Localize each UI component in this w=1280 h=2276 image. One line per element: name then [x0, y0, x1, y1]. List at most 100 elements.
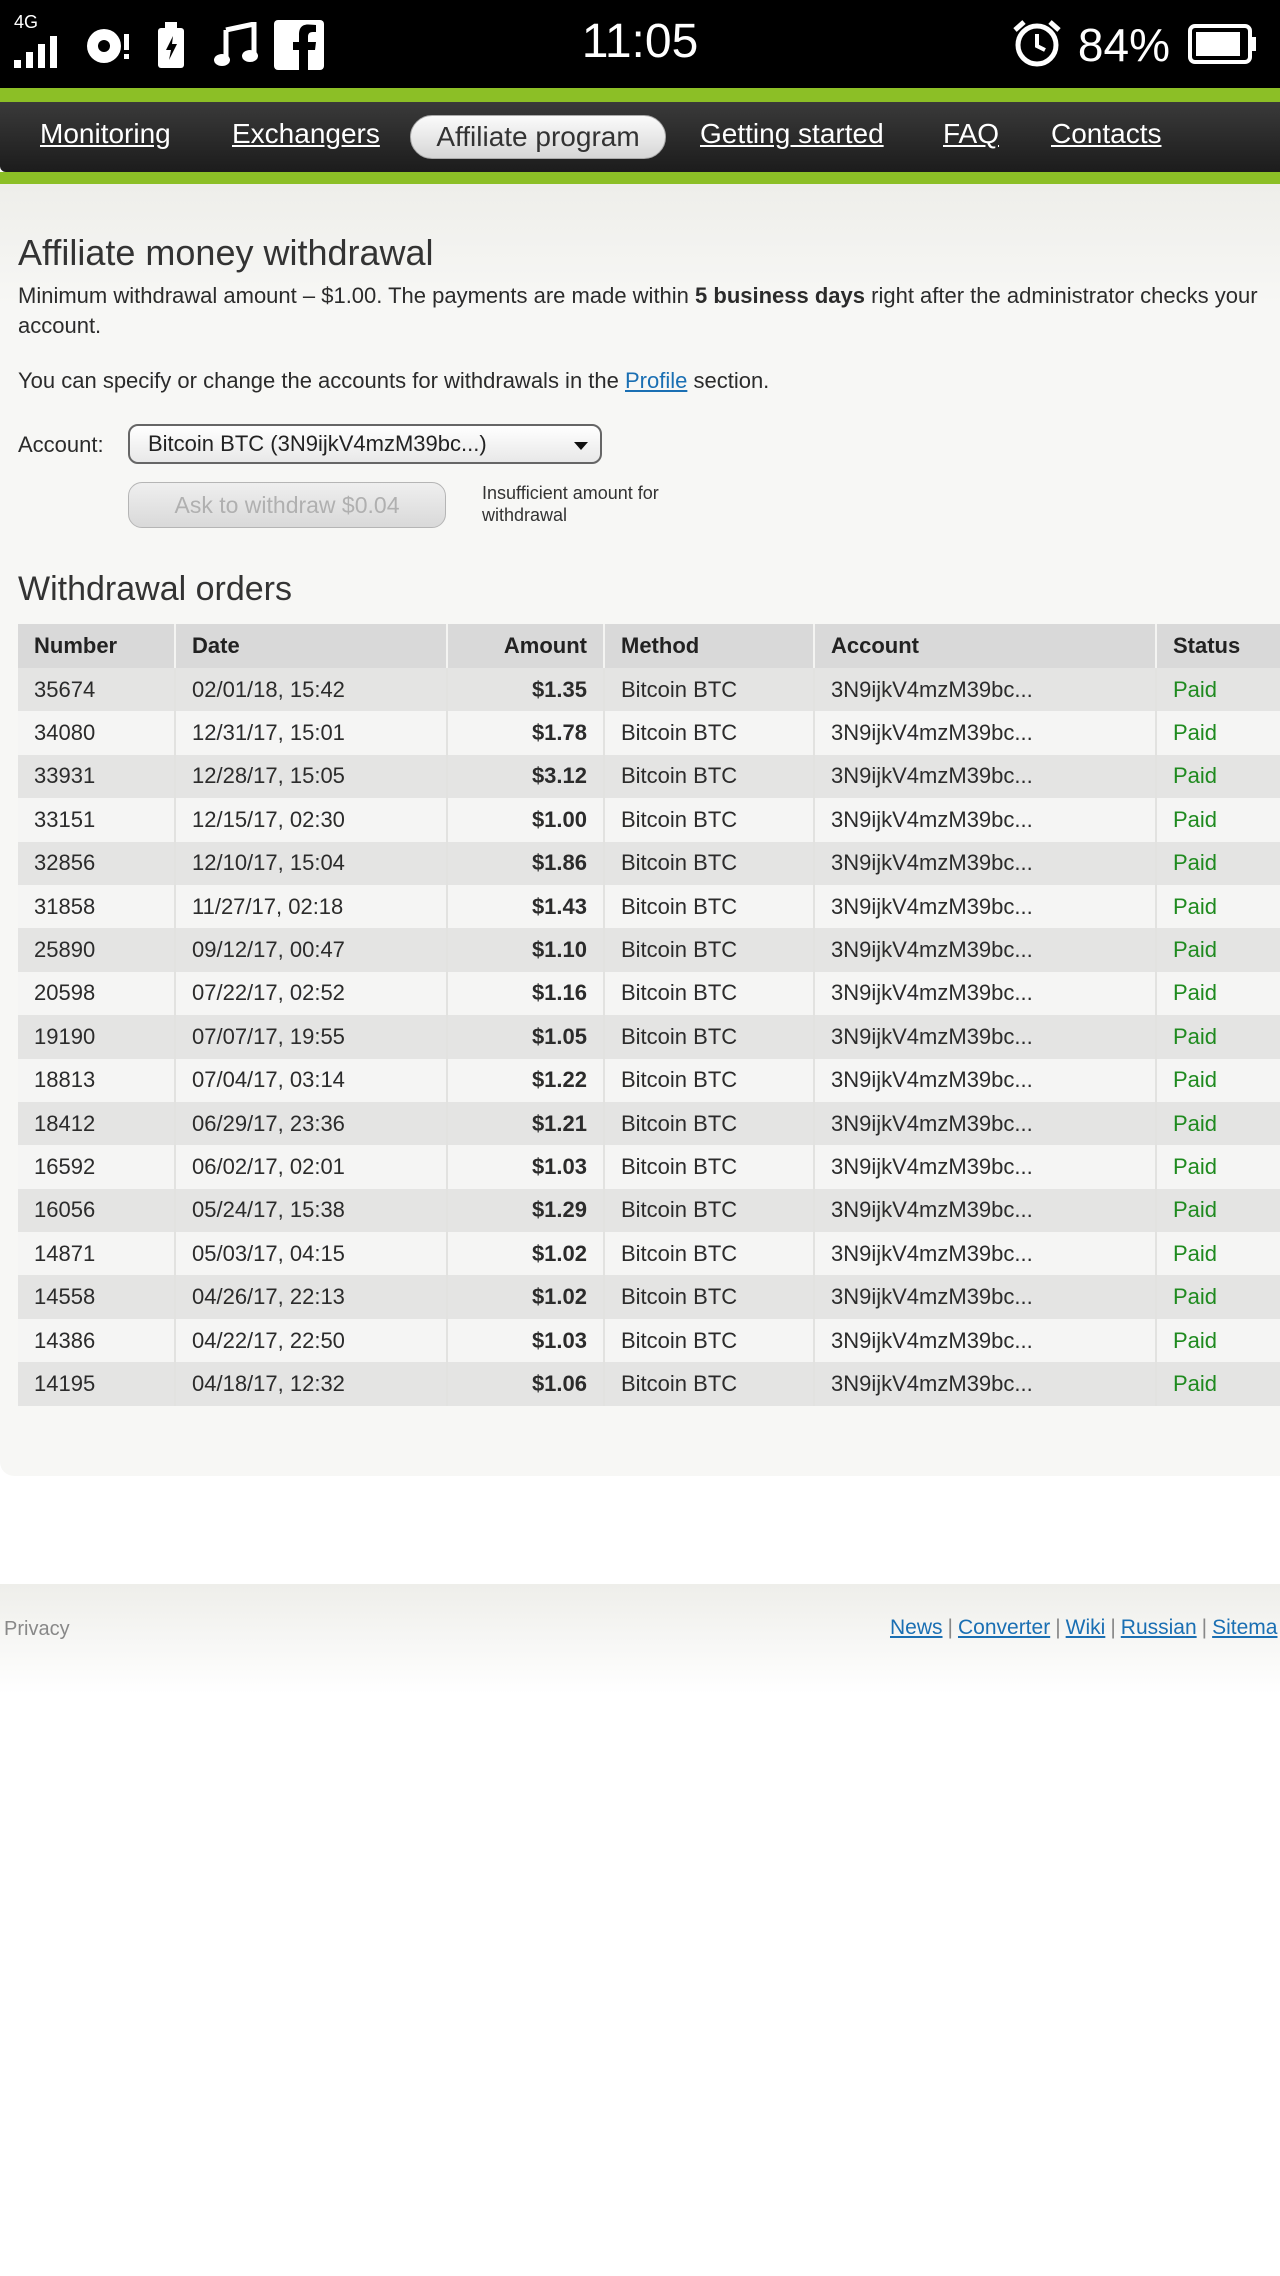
col-number: Number [18, 624, 176, 668]
order-method: Bitcoin BTC [604, 1275, 815, 1319]
profile-link[interactable]: Profile [625, 368, 687, 393]
order-date: 12/10/17, 15:04 [175, 841, 448, 885]
order-account: 3N9ijkV4mzM39bc... [814, 711, 1157, 755]
nav-getting-started[interactable]: Getting started [700, 118, 884, 150]
order-method: Bitcoin BTC [604, 1101, 815, 1146]
footer-separator: | [1201, 1616, 1208, 1639]
order-method: Bitcoin BTC [604, 1362, 815, 1406]
order-status: Paid [1156, 928, 1280, 972]
order-date: 05/24/17, 15:38 [175, 1188, 448, 1233]
nav-contacts[interactable]: Contacts [1051, 118, 1162, 150]
order-account: 3N9ijkV4mzM39bc... [814, 668, 1157, 712]
order-method: Bitcoin BTC [604, 971, 815, 1016]
order-status: Paid [1156, 1058, 1280, 1102]
footer-link-converter[interactable]: Converter [958, 1616, 1050, 1639]
order-method: Bitcoin BTC [604, 798, 815, 842]
battery-percent: 84% [1077, 19, 1170, 71]
table-row: 33931 12/28/17, 15:05 $3.12 Bitcoin BTC 3N9i… [18, 754, 1280, 799]
nav-exchangers[interactable]: Exchangers [232, 118, 380, 150]
order-account: 3N9ijkV4mzM39bc... [814, 1058, 1157, 1102]
order-amount: $1.16 [447, 971, 605, 1016]
footer-link-russian[interactable]: Russian [1121, 1616, 1197, 1639]
order-account: 3N9ijkV4mzM39bc... [814, 1275, 1157, 1319]
order-account: 3N9ijkV4mzM39bc... [814, 798, 1157, 842]
nav-affiliate-program[interactable]: Affiliate program [410, 115, 666, 159]
order-amount: $1.03 [447, 1145, 605, 1189]
min-text-before: Minimum withdrawal amount – $1.00. The p… [18, 283, 696, 308]
chevron-down-icon [574, 442, 588, 450]
order-method: Bitcoin BTC [604, 668, 815, 712]
account-select[interactable]: Bitcoin BTC (3N9ijkV4mzM39bc...) [128, 424, 602, 464]
table-row: 18813 07/04/17, 03:14 $1.22 Bitcoin BTC 3N9i… [18, 1058, 1280, 1102]
order-date: 04/22/17, 22:50 [175, 1318, 448, 1363]
table-row: 16592 06/02/17, 02:01 $1.03 Bitcoin BTC 3N9i… [18, 1145, 1280, 1189]
order-status: Paid [1156, 668, 1280, 712]
order-amount: $1.03 [447, 1318, 605, 1363]
nav-accent-stripe-top [0, 88, 1280, 102]
order-account: 3N9ijkV4mzM39bc... [814, 1145, 1157, 1189]
order-number: 31858 [18, 884, 176, 929]
table-row: 14195 04/18/17, 12:32 $1.06 Bitcoin BTC 3N9i… [18, 1362, 1280, 1406]
order-status: Paid [1156, 1101, 1280, 1146]
col-amount: Amount [447, 624, 605, 668]
footer-link-wiki[interactable]: Wiki [1066, 1616, 1106, 1639]
order-date: 02/01/18, 15:42 [175, 668, 448, 712]
order-number: 20598 [18, 971, 176, 1016]
withdrawal-orders-table: Number Date Amount Method Account Status… [18, 624, 1280, 1406]
order-status: Paid [1156, 1145, 1280, 1189]
footer-link-news[interactable]: News [890, 1616, 943, 1639]
order-account: 3N9ijkV4mzM39bc... [814, 1188, 1157, 1233]
nav-faq[interactable]: FAQ [943, 118, 999, 150]
order-status: Paid [1156, 884, 1280, 929]
order-account: 3N9ijkV4mzM39bc... [814, 841, 1157, 885]
order-method: Bitcoin BTC [604, 1145, 815, 1189]
order-amount: $1.22 [447, 1058, 605, 1102]
orders-title: Withdrawal orders [18, 570, 292, 608]
table-row: 31858 11/27/17, 02:18 $1.43 Bitcoin BTC 3N9i… [18, 884, 1280, 929]
table-row: 34080 12/31/17, 15:01 $1.78 Bitcoin BTC 3N9i… [18, 711, 1280, 755]
order-date: 07/04/17, 03:14 [175, 1058, 448, 1102]
insufficient-note: Insufficient amount for withdrawal [482, 483, 659, 525]
col-account: Account [814, 624, 1157, 668]
order-method: Bitcoin BTC [604, 1318, 815, 1363]
order-amount: $1.43 [447, 884, 605, 929]
order-amount: $1.02 [447, 1275, 605, 1319]
table-row: 25890 09/12/17, 00:47 $1.10 Bitcoin BTC 3N9i… [18, 928, 1280, 972]
footer-separator: | [947, 1616, 953, 1639]
order-amount: $1.29 [447, 1188, 605, 1233]
col-method: Method [604, 624, 815, 668]
col-date: Date [175, 624, 448, 668]
order-number: 18412 [18, 1101, 176, 1146]
order-status: Paid [1156, 711, 1280, 755]
order-amount: $1.78 [447, 711, 605, 755]
withdraw-button[interactable]: Ask to withdraw $0.04 [128, 482, 446, 528]
order-date: 12/15/17, 02:30 [175, 798, 448, 842]
battery-icon [1188, 24, 1256, 64]
order-number: 32856 [18, 841, 176, 885]
order-status: Paid [1156, 841, 1280, 885]
col-status: Status [1156, 624, 1280, 668]
order-date: 04/18/17, 12:32 [175, 1362, 448, 1406]
table-row: 14386 04/22/17, 22:50 $1.03 Bitcoin BTC 3N9i… [18, 1318, 1280, 1363]
order-number: 19190 [18, 1015, 176, 1059]
order-date: 04/26/17, 22:13 [175, 1275, 448, 1319]
order-date: 11/27/17, 02:18 [175, 884, 448, 929]
nav-monitoring[interactable]: Monitoring [40, 118, 171, 150]
order-number: 33151 [18, 798, 176, 842]
footer-link-sitemap[interactable]: Sitema [1212, 1616, 1277, 1639]
profile-text-after: section. [687, 368, 770, 393]
order-number: 35674 [18, 668, 176, 712]
order-number: 33931 [18, 754, 176, 799]
profile-hint: You can specify or change the accounts f… [18, 368, 769, 394]
order-method: Bitcoin BTC [604, 841, 815, 885]
table-row: 18412 06/29/17, 23:36 $1.21 Bitcoin BTC 3N9i… [18, 1101, 1280, 1146]
order-method: Bitcoin BTC [604, 928, 815, 972]
order-date: 12/28/17, 15:05 [175, 754, 448, 799]
order-number: 34080 [18, 711, 176, 755]
alarm-icon [1013, 20, 1061, 67]
table-row: 14558 04/26/17, 22:13 $1.02 Bitcoin BTC 3N9i… [18, 1275, 1280, 1319]
order-account: 3N9ijkV4mzM39bc... [814, 884, 1157, 929]
footer-separator: | [1110, 1616, 1116, 1639]
order-account: 3N9ijkV4mzM39bc... [814, 1232, 1157, 1276]
table-row: 19190 07/07/17, 19:55 $1.05 Bitcoin BTC 3N9i… [18, 1015, 1280, 1059]
